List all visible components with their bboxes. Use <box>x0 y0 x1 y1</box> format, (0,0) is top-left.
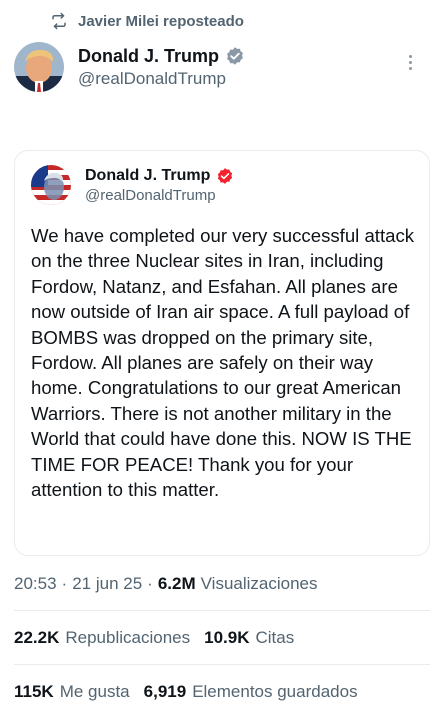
divider <box>14 610 430 611</box>
quoted-author-handle[interactable]: @realDonaldTrump <box>85 187 234 204</box>
quoted-avatar-image <box>31 165 71 205</box>
avatar-image <box>14 42 64 92</box>
author-name-row: Donald J. Trump <box>78 46 245 67</box>
red-verified-badge-icon <box>218 167 233 184</box>
bookmarks-count: 6,919 <box>143 682 187 701</box>
quoted-author-info: Donald J. Trump @realDonaldTrump <box>85 167 234 204</box>
divider <box>14 664 430 665</box>
repost-icon <box>52 12 66 30</box>
bookmarks-label: Elementos guardados <box>192 682 358 701</box>
meta-separator: · <box>147 574 153 593</box>
post-date[interactable]: 21 jun 25 <box>72 574 142 594</box>
more-options-icon[interactable] <box>398 50 422 74</box>
author-name[interactable]: Donald J. Trump <box>78 46 219 67</box>
reposts-stat[interactable]: 22.2K Republicaciones <box>14 628 190 648</box>
gray-verified-badge-icon <box>227 47 243 65</box>
meta-separator: · <box>61 574 68 593</box>
quoted-name-row: Donald J. Trump <box>85 167 234 185</box>
quoted-avatar[interactable] <box>31 165 71 205</box>
engagement-stats-row: 22.2K Republicaciones 10.9K Citas <box>14 628 294 648</box>
likes-stat[interactable]: 115K Me gusta <box>14 682 130 702</box>
reposts-count: 22.2K <box>14 628 60 647</box>
quotes-label: Citas <box>255 628 295 647</box>
post-author: Donald J. Trump @realDonaldTrump <box>14 40 430 94</box>
author-handle[interactable]: @realDonaldTrump <box>78 69 245 89</box>
avatar[interactable] <box>14 42 64 92</box>
quotes-count: 10.9K <box>204 628 250 647</box>
reposts-label: Republicaciones <box>65 628 191 647</box>
views-count: 6.2M <box>157 574 196 593</box>
quotes-stat[interactable]: 10.9K Citas <box>204 628 294 648</box>
likes-count: 115K <box>14 682 54 701</box>
likes-label: Me gusta <box>59 682 130 701</box>
bookmarks-stat[interactable]: 6,919 Elementos guardados <box>144 682 358 702</box>
quoted-post-text: We have completed our very successful at… <box>31 225 415 501</box>
repost-text: Javier Milei reposteado <box>78 12 244 30</box>
quoted-post-card[interactable]: Donald J. Trump @realDonaldTrump We have… <box>14 150 430 556</box>
author-info: Donald J. Trump @realDonaldTrump <box>78 46 245 89</box>
engagement-stats-row-2: 115K Me gusta 6,919 Elementos guardados <box>14 682 358 702</box>
post-time[interactable]: 20:53 <box>14 574 57 594</box>
quoted-author: Donald J. Trump @realDonaldTrump <box>31 165 234 205</box>
repost-indicator[interactable]: Javier Milei reposteado <box>50 10 244 32</box>
views-label: Visualizaciones <box>200 574 318 593</box>
post-meta: 20:53 · 21 jun 25 · 6.2M Visualizaciones <box>14 574 318 594</box>
quoted-author-name[interactable]: Donald J. Trump <box>85 167 210 185</box>
